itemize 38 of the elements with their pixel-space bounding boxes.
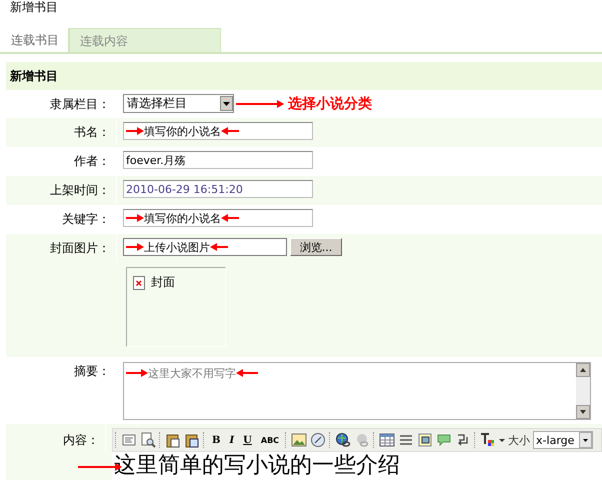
text-field[interactable]: 填写你的小说名 [123, 122, 313, 140]
format-button[interactable]: I [226, 432, 238, 448]
text-field[interactable]: foever.月殇 [123, 151, 313, 169]
scrollbar [576, 363, 590, 419]
caret-icon [499, 438, 506, 442]
document-icon[interactable] [121, 432, 137, 448]
field-label: 封面图片： [6, 234, 117, 262]
field-label: 摘要： [6, 357, 117, 385]
field-label: 书名： [6, 118, 117, 146]
image-alt-text: 封面 [151, 274, 175, 291]
file-field[interactable]: 上传小说图片 [123, 238, 287, 256]
table-icon[interactable] [379, 432, 396, 448]
field-label: 作者： [6, 147, 117, 175]
page-title: 新增书目 [9, 0, 59, 14]
annotation-text: 选择小说分类 [288, 94, 372, 112]
text-field[interactable]: 填写你的小说名 [123, 209, 313, 227]
format-button[interactable]: B [209, 432, 224, 448]
font-size-dropdown[interactable]: x-large [533, 431, 594, 449]
browse-button[interactable]: 浏览... [290, 238, 342, 256]
preview-icon[interactable] [140, 432, 156, 448]
size-label: 大小 [508, 432, 530, 448]
text-color-icon[interactable] [480, 432, 496, 448]
format-button[interactable]: U [240, 432, 255, 448]
arrow-icon [236, 100, 284, 108]
section-heading: 新增书目 [6, 62, 602, 90]
dropdown[interactable]: 请选择栏目 [123, 94, 234, 113]
text-field[interactable]: 2010-06-29 16:51:20 [123, 180, 313, 198]
summary-textarea[interactable]: 这里大家不用写字 [123, 362, 591, 420]
paste-icon[interactable] [165, 432, 181, 448]
globe-link-icon[interactable] [335, 432, 352, 448]
editor-text[interactable]: 这里简单的写小说的一些介绍 [112, 452, 602, 480]
paste-word-icon[interactable] [184, 432, 200, 448]
field-label: 关键字： [6, 205, 117, 233]
format-button[interactable]: ABC [258, 432, 282, 448]
field-label: 上架时间： [6, 176, 117, 204]
field-label: 内容： [6, 424, 106, 454]
broken-image-icon [133, 276, 145, 290]
image-icon[interactable] [291, 432, 308, 448]
